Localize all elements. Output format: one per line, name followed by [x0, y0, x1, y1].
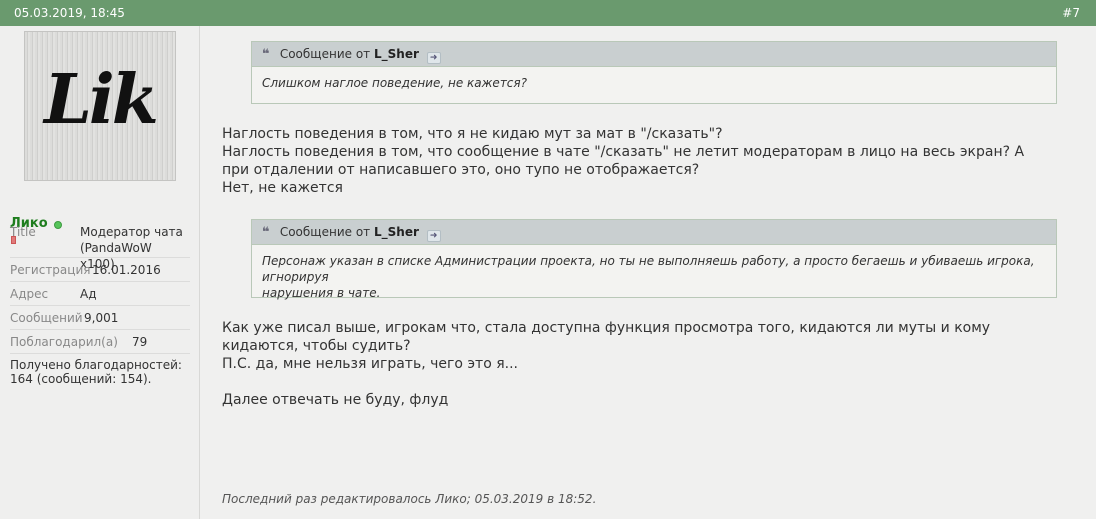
- messages-value: 9,001: [84, 311, 119, 325]
- messages-label: Сообщений: [10, 311, 83, 325]
- quote-prefix: Сообщение от: [279, 47, 371, 61]
- quote-line: нарушения в чате.: [262, 286, 381, 300]
- post-number-link[interactable]: #7: [1062, 0, 1082, 26]
- reply-line: Нет, не кажется: [222, 180, 343, 196]
- quote-icon: ❝: [262, 47, 270, 62]
- registration-row: Регистрация 16.01.2016: [10, 262, 190, 282]
- quote-header: ❝ Сообщение от L_Sher ➜: [252, 42, 1056, 67]
- thanks-line-2: 164 (сообщений: 154).: [10, 372, 152, 386]
- post-content: ❝ Сообщение от L_Sher ➜ Слишком наглое п…: [201, 26, 1096, 519]
- user-title-row: Title Модератор чата (PandaWoW x100): [10, 224, 190, 271]
- reply-line: Как уже писал выше, игрокам что, стала д…: [222, 320, 991, 336]
- reply-line: при отдалении от написавшего это, оно ту…: [222, 162, 700, 178]
- quote-header: ❝ Сообщение от L_Sher ➜: [252, 220, 1056, 245]
- registration-value: 16.01.2016: [92, 263, 161, 277]
- thanked-label: Поблагодарил(а): [10, 335, 118, 349]
- reply-text-1: Наглость поведения в том, что я не кидаю…: [222, 125, 1072, 197]
- post-header: 05.03.2019, 18:45 #7: [0, 0, 1096, 26]
- reply-line: Наглость поведения в том, что сообщение …: [222, 144, 1025, 160]
- reply-line: П.С. да, мне нельзя играть, чего это я..…: [222, 356, 518, 372]
- reply-line: Далее отвечать не буду, флуд: [222, 392, 449, 408]
- address-row: Адрес Ад: [10, 286, 190, 306]
- thanked-row: Поблагодарил(а) 79: [10, 334, 190, 354]
- view-post-arrow-icon[interactable]: ➜: [426, 52, 441, 64]
- reply-line: Наглость поведения в том, что я не кидаю…: [222, 126, 723, 142]
- messages-row: Сообщений 9,001: [10, 310, 190, 330]
- thanks-received: Получено благодарностей: 164 (сообщений:…: [10, 358, 190, 386]
- quote-prefix: Сообщение от: [279, 225, 371, 239]
- registration-label: Регистрация: [10, 263, 91, 277]
- quote-author: L_Sher: [373, 225, 419, 239]
- address-value: Ад: [80, 287, 97, 301]
- avatar-logo: Lik: [44, 60, 159, 140]
- quote-author: L_Sher: [373, 47, 419, 61]
- quote-block-1: ❝ Сообщение от L_Sher ➜ Слишком наглое п…: [251, 41, 1057, 104]
- reply-text-2: Как уже писал выше, игрокам что, стала д…: [222, 319, 1072, 409]
- title-label: Title: [10, 225, 36, 239]
- post-date: 05.03.2019, 18:45: [14, 6, 125, 20]
- edited-note: Последний раз редактировалось Лико; 05.0…: [222, 492, 597, 506]
- user-sidebar: Lik Лико Title Модератор чата (PandaWoW …: [0, 26, 200, 519]
- quote-text: Слишком наглое поведение, не кажется?: [262, 76, 527, 90]
- view-post-arrow-icon[interactable]: ➜: [426, 230, 441, 242]
- reply-line: кидаются, чтобы судить?: [222, 338, 411, 354]
- thanks-line-1: Получено благодарностей:: [10, 358, 182, 372]
- thanked-value: 79: [132, 335, 148, 349]
- title-value-1: Модератор чата: [80, 225, 183, 239]
- quote-line: Персонаж указан в списке Администрации п…: [262, 254, 1035, 284]
- address-label: Адрес: [10, 287, 49, 301]
- quote-block-2: ❝ Сообщение от L_Sher ➜ Персонаж указан …: [251, 219, 1057, 300]
- avatar[interactable]: Lik: [24, 31, 176, 181]
- quote-icon: ❝: [262, 225, 270, 240]
- quote-text: Персонаж указан в списке Администрации п…: [252, 245, 1056, 309]
